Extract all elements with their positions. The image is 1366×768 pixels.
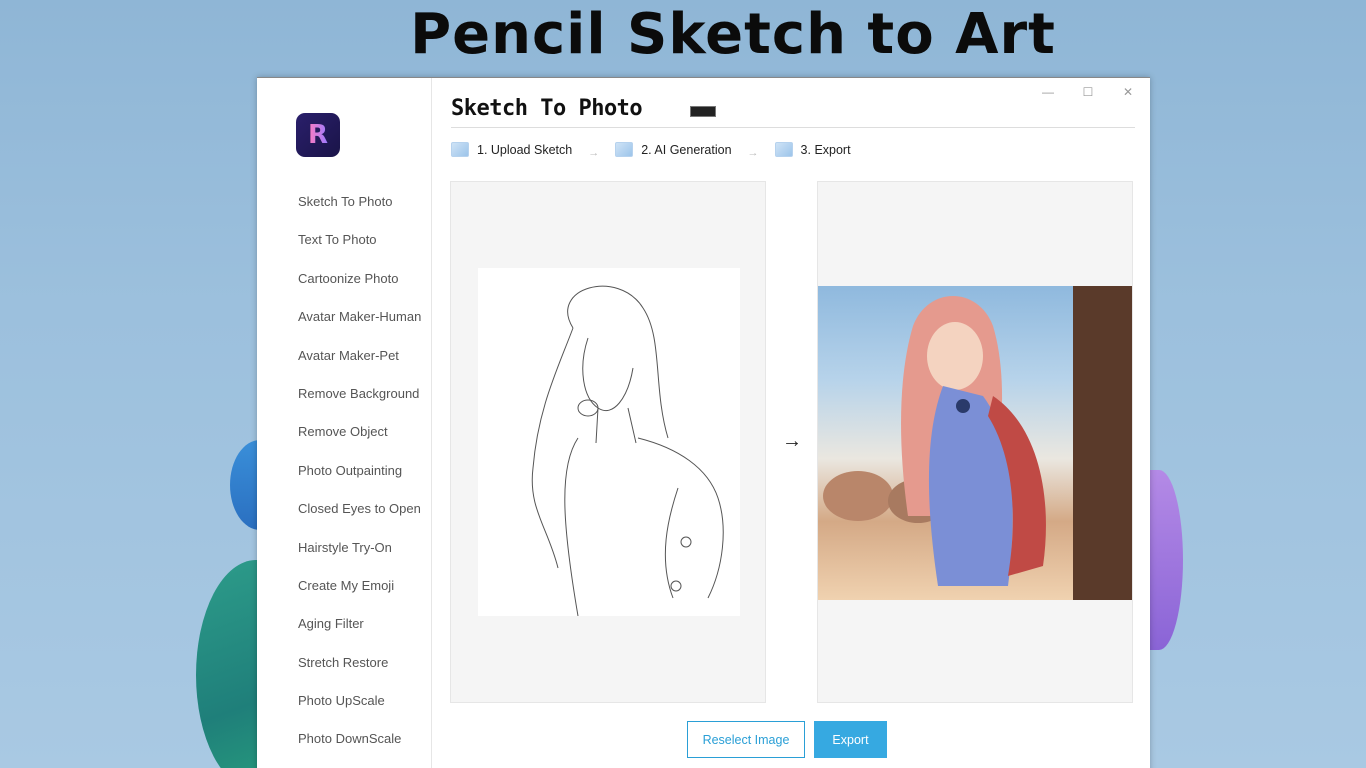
sketch-image bbox=[478, 268, 740, 617]
sidebar-item-photo-outpainting[interactable]: Photo Outpainting bbox=[298, 459, 421, 497]
export-button[interactable]: Export bbox=[814, 721, 887, 758]
step-ai-generation: 2. AI Generation bbox=[615, 142, 732, 157]
source-image-panel bbox=[450, 181, 766, 703]
step-upload-sketch: 1. Upload Sketch bbox=[451, 142, 572, 157]
main-content: — ☐ ✕ Sketch To Photo 1. Upload Sketch →… bbox=[433, 78, 1150, 768]
sidebar-item-photo-upscale[interactable]: Photo UpScale bbox=[298, 689, 421, 727]
upload-image-icon bbox=[451, 142, 469, 157]
result-image-panel bbox=[817, 181, 1133, 703]
sidebar-item-cartoonize-photo[interactable]: Cartoonize Photo bbox=[298, 267, 421, 305]
sidebar-item-text-to-photo[interactable]: Text To Photo bbox=[298, 228, 421, 266]
sidebar-item-remove-background[interactable]: Remove Background bbox=[298, 382, 421, 420]
sidebar-item-closed-eyes-to-open[interactable]: Closed Eyes to Open bbox=[298, 497, 421, 535]
app-window: R Sketch To Photo Text To Photo Cartooni… bbox=[257, 77, 1150, 768]
title-divider bbox=[451, 127, 1135, 128]
sidebar-nav: Sketch To Photo Text To Photo Cartoonize… bbox=[298, 190, 421, 766]
minimize-icon[interactable]: — bbox=[1040, 84, 1056, 100]
sidebar: R Sketch To Photo Text To Photo Cartooni… bbox=[257, 78, 432, 768]
sidebar-item-aging-filter[interactable]: Aging Filter bbox=[298, 612, 421, 650]
step-label: 1. Upload Sketch bbox=[477, 142, 573, 157]
step-indicator: 1. Upload Sketch → 2. AI Generation → 3.… bbox=[451, 142, 851, 159]
step-export: 3. Export bbox=[774, 142, 851, 157]
sidebar-item-avatar-maker-human[interactable]: Avatar Maker-Human bbox=[298, 305, 421, 343]
reselect-image-button[interactable]: Reselect Image bbox=[687, 721, 805, 758]
sidebar-item-hairstyle-try-on[interactable]: Hairstyle Try-On bbox=[298, 536, 421, 574]
app-logo: R bbox=[296, 113, 340, 157]
compare-arrow-icon: → bbox=[782, 430, 802, 452]
sidebar-item-sketch-to-photo[interactable]: Sketch To Photo bbox=[298, 190, 421, 228]
maximize-icon[interactable]: ☐ bbox=[1080, 84, 1096, 100]
export-image-icon bbox=[774, 142, 793, 157]
page-title: Sketch To Photo bbox=[451, 96, 643, 121]
sketch-drawing bbox=[531, 285, 724, 617]
hero-title: Pencil Sketch to Art bbox=[410, 2, 1056, 67]
step-arrow-icon: → bbox=[747, 146, 759, 159]
generated-photo bbox=[818, 286, 1132, 600]
title-badge bbox=[690, 106, 716, 117]
logo-glyph: R bbox=[307, 120, 329, 150]
step-label: 2. AI Generation bbox=[641, 142, 732, 157]
window-controls: — ☐ ✕ bbox=[1040, 84, 1136, 100]
sidebar-item-create-my-emoji[interactable]: Create My Emoji bbox=[298, 574, 421, 612]
sidebar-item-remove-object[interactable]: Remove Object bbox=[298, 420, 421, 458]
generated-artwork bbox=[823, 286, 1132, 600]
step-label: 3. Export bbox=[800, 142, 851, 157]
sidebar-item-photo-downscale[interactable]: Photo DownScale bbox=[298, 727, 421, 765]
close-icon[interactable]: ✕ bbox=[1120, 84, 1136, 100]
ai-search-icon bbox=[615, 142, 634, 157]
step-arrow-icon: → bbox=[588, 146, 600, 159]
sidebar-item-avatar-maker-pet[interactable]: Avatar Maker-Pet bbox=[298, 344, 421, 382]
sidebar-item-stretch-restore[interactable]: Stretch Restore bbox=[298, 651, 421, 689]
